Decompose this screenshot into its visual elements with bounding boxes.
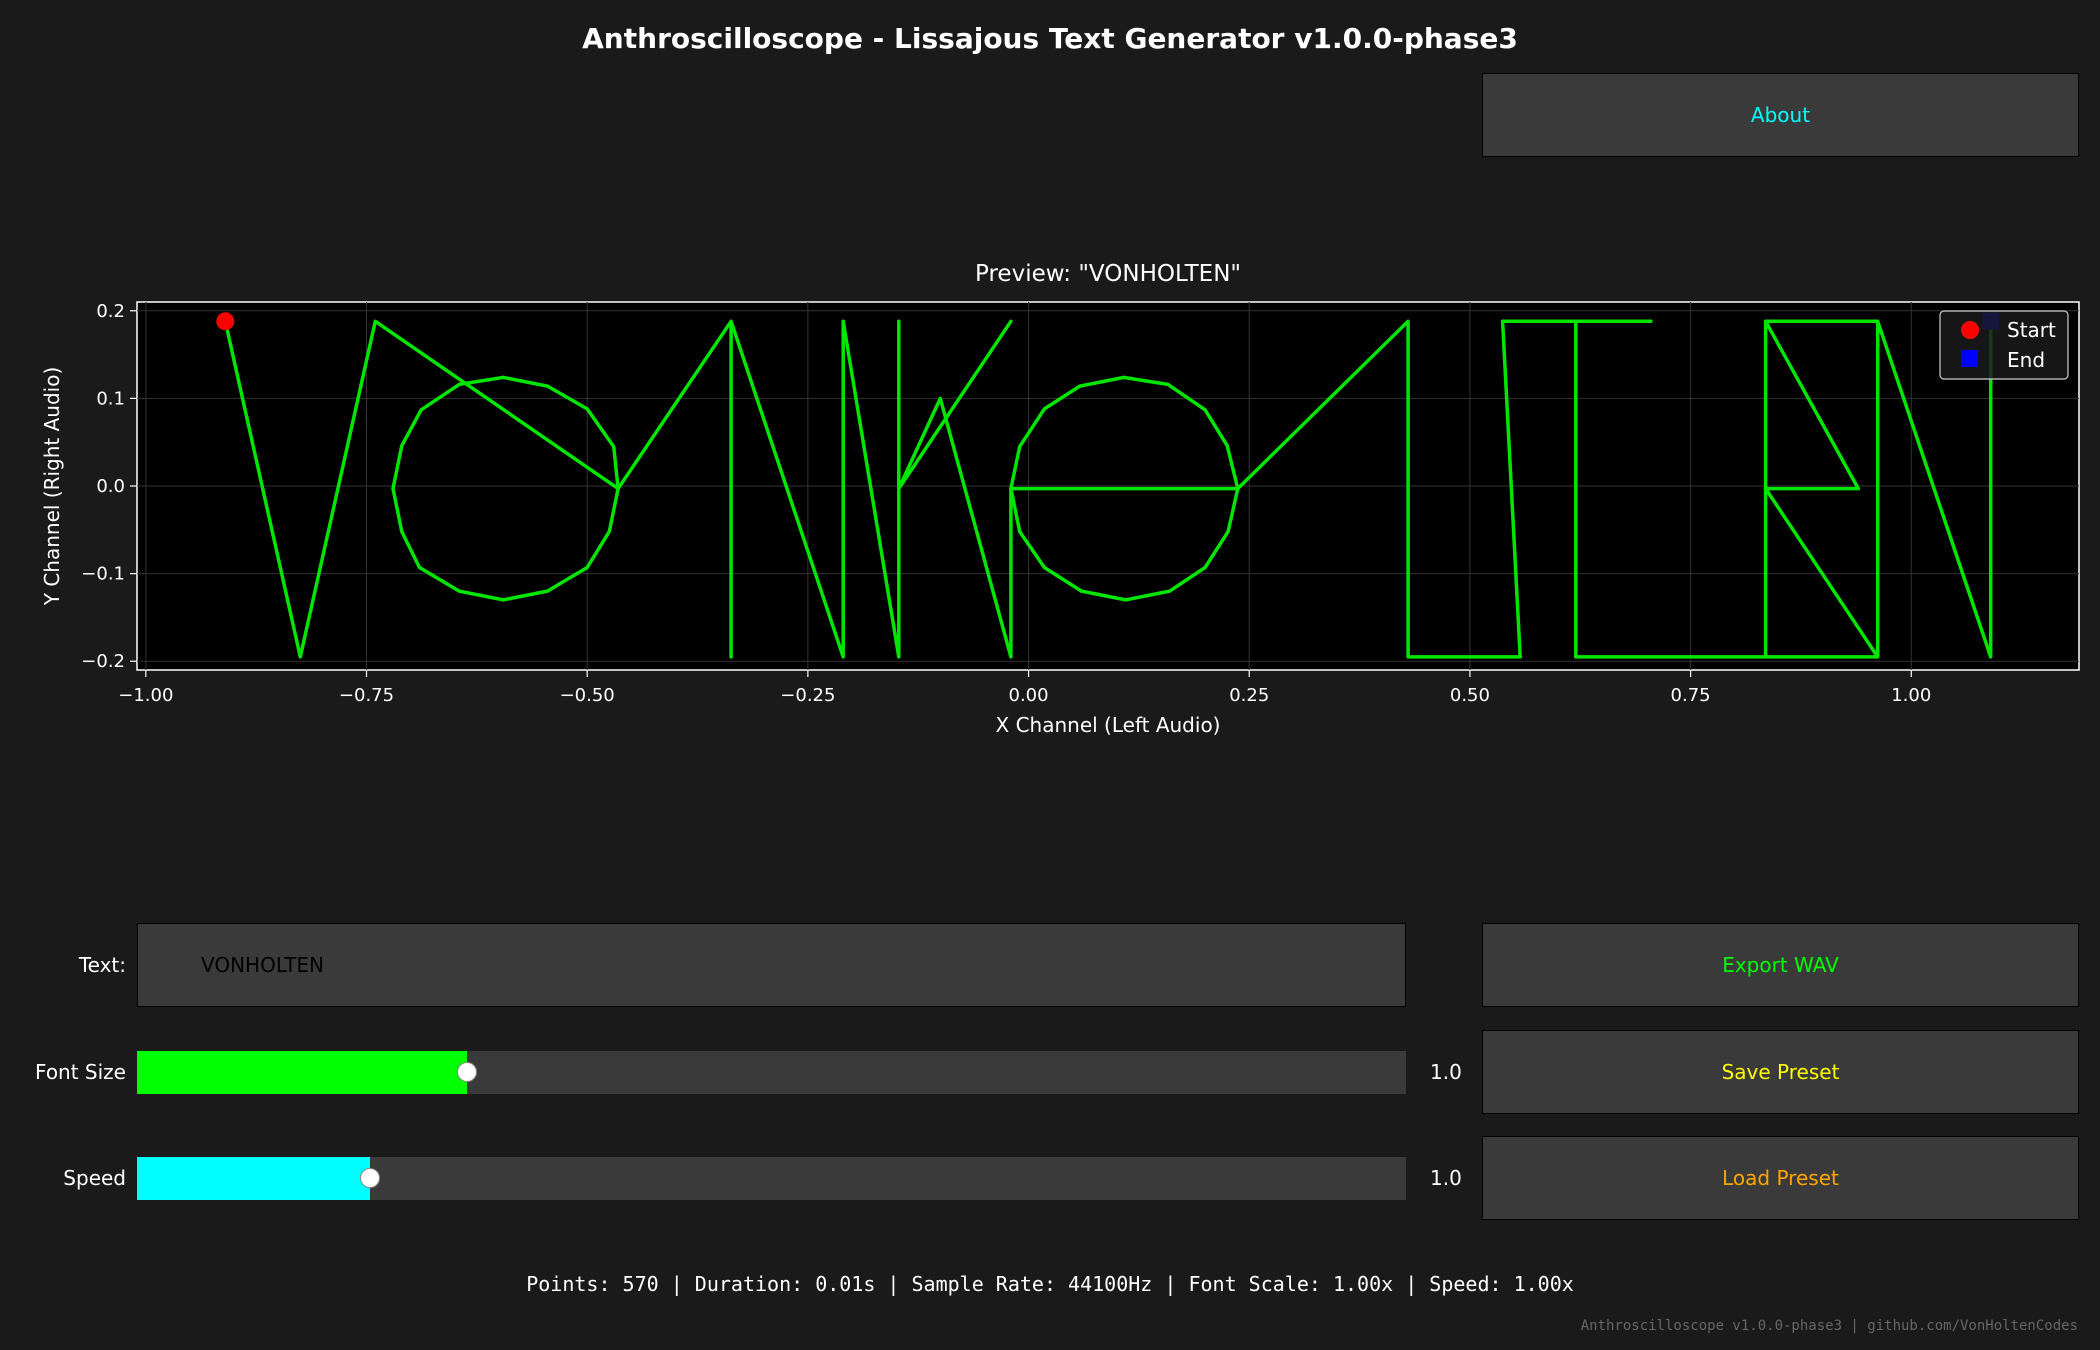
x-tick-label: −1.00 xyxy=(118,685,173,706)
y-tick-label: 0.2 xyxy=(96,301,125,322)
legend-end-label: End xyxy=(2007,348,2045,372)
x-tick-label: −0.50 xyxy=(560,685,615,706)
start-marker xyxy=(216,312,235,331)
speed-slider-fill xyxy=(137,1157,371,1200)
font-size-slider-fill xyxy=(137,1051,467,1094)
save-preset-button[interactable]: Save Preset xyxy=(1482,1030,2079,1114)
status-line: Points: 570 | Duration: 0.01s | Sample R… xyxy=(526,1272,1574,1296)
y-axis-label: Y Channel (Right Audio) xyxy=(40,367,64,607)
x-tick-label: 0.75 xyxy=(1671,685,1711,706)
about-button[interactable]: About xyxy=(1482,73,2079,157)
x-ticks: −1.00 −0.75 −0.50 −0.25 0.00 0.25 0.50 0.75 1.00 xyxy=(118,670,1931,706)
text-label: Text: xyxy=(78,953,126,977)
y-tick-label: 0.1 xyxy=(96,388,125,409)
y-tick-label: −0.1 xyxy=(81,564,125,585)
font-size-label: Font Size xyxy=(35,1060,126,1084)
app-title: Anthroscilloscope - Lissajous Text Gener… xyxy=(582,22,1518,55)
chart-title: Preview: "VONHOLTEN" xyxy=(975,261,1241,287)
font-size-slider[interactable] xyxy=(137,1051,1406,1094)
font-size-value: 1.0 xyxy=(1430,1060,1462,1084)
legend-start-label: Start xyxy=(2007,318,2056,342)
export-wav-button[interactable]: Export WAV xyxy=(1482,923,2079,1007)
text-input[interactable] xyxy=(137,923,1406,1007)
y-ticks: 0.2 0.1 0.0 −0.1 −0.2 xyxy=(81,301,137,672)
preview-chart: Preview: "VONHOLTEN" −1.00 −0.75 −0.50 −0.2… xyxy=(40,261,2080,737)
speed-slider-handle[interactable] xyxy=(360,1168,381,1188)
x-tick-label: −0.75 xyxy=(339,685,394,706)
x-tick-label: −0.25 xyxy=(780,685,835,706)
x-tick-label: 0.50 xyxy=(1450,685,1490,706)
speed-label: Speed xyxy=(63,1166,126,1190)
x-tick-label: 0.00 xyxy=(1009,685,1049,706)
legend-start-marker xyxy=(1961,321,1979,339)
speed-slider[interactable] xyxy=(137,1157,1406,1200)
x-tick-label: 0.25 xyxy=(1229,685,1269,706)
legend: Start End xyxy=(1939,310,2069,380)
y-tick-label: −0.2 xyxy=(81,651,125,672)
y-tick-label: 0.0 xyxy=(96,476,125,497)
load-preset-button[interactable]: Load Preset xyxy=(1482,1136,2079,1220)
legend-end-marker xyxy=(1961,350,1978,367)
footer-text: Anthroscilloscope v1.0.0-phase3 | github… xyxy=(1580,1318,2078,1334)
x-axis-label: X Channel (Left Audio) xyxy=(996,713,1221,737)
font-size-slider-handle[interactable] xyxy=(456,1062,477,1082)
speed-value: 1.0 xyxy=(1430,1166,1462,1190)
x-tick-label: 1.00 xyxy=(1891,685,1931,706)
